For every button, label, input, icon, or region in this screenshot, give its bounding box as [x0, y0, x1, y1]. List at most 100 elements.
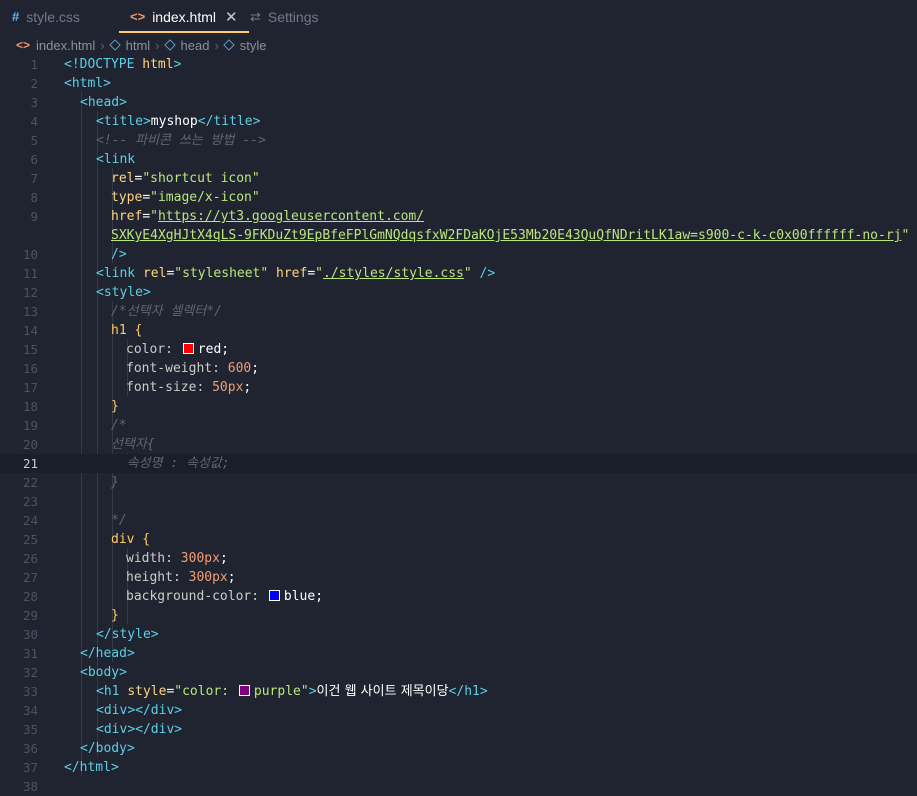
attr-value: purple [253, 684, 301, 699]
bracket: ></ [127, 703, 151, 718]
line-number: 1 [30, 57, 38, 72]
stylesheet-link[interactable]: ./styles/style.css [323, 266, 464, 281]
chevron-right-icon: › [100, 37, 105, 53]
css-comment: */ [111, 513, 127, 528]
attr-name: rel [142, 266, 167, 281]
tag-name: link [103, 266, 136, 281]
bracket: > [308, 684, 317, 699]
code-line: 11 <link rel="stylesheet" href="./styles/… [0, 264, 917, 283]
attr-name: type [111, 190, 143, 205]
bracket: </ [64, 760, 80, 775]
code-line: 10 /> [0, 245, 917, 264]
brace: } [111, 608, 119, 623]
self-close: /> [471, 266, 496, 281]
css-property: background-color [126, 589, 252, 604]
color-swatch-red[interactable] [182, 343, 194, 354]
tab-bar: # style.css <> index.html ✕ ⇄ Settings [0, 0, 917, 33]
color-swatch-purple[interactable] [238, 685, 250, 696]
code-line: 4 <title>myshop</title> [0, 112, 917, 131]
code-editor[interactable]: 1 <!DOCTYPE html> 2 <html> 3 <head> 4 <title… [0, 54, 917, 794]
tag-name: body [87, 665, 120, 680]
bracket: > [110, 760, 119, 775]
code-line: 25 div { [0, 530, 917, 549]
breadcrumb-item[interactable]: html [126, 38, 151, 53]
bracket: < [96, 722, 104, 737]
line-number: 32 [22, 665, 38, 680]
attr-name: rel [111, 171, 135, 186]
line-number: 16 [22, 361, 38, 376]
code-line: 16 font-weight: 600; [0, 359, 917, 378]
line-number: 12 [22, 285, 38, 300]
bracket: > [479, 684, 488, 699]
tag-name: head [87, 95, 120, 110]
line-number: 10 [22, 247, 38, 262]
code-line: 23 [0, 492, 917, 511]
tab-index-html[interactable]: <> index.html ✕ [119, 0, 249, 33]
breadcrumb-item[interactable]: index.html [36, 38, 95, 53]
code-line: 32 <body> [0, 663, 917, 682]
colon: : [165, 551, 181, 566]
colon: : [165, 342, 181, 357]
close-icon[interactable]: ✕ [225, 8, 238, 26]
breadcrumb: <> index.html › html › head › style [16, 35, 267, 55]
brace: { [126, 323, 143, 338]
css-comment: } [111, 475, 119, 490]
bracket: </ [197, 114, 214, 129]
tab-style-css[interactable]: # style.css [12, 0, 80, 33]
line-number: 9 [30, 209, 38, 224]
line-number: 4 [30, 114, 38, 129]
active-tab-indicator [119, 31, 249, 33]
breadcrumb-item[interactable]: style [240, 38, 267, 53]
cube-icon [108, 39, 121, 51]
code-line: 20 선택자{ [0, 435, 917, 454]
cube-icon [163, 39, 176, 51]
color-swatch-blue[interactable] [268, 590, 280, 601]
css-hash-icon: # [12, 9, 20, 24]
semicolon: ; [243, 380, 252, 395]
equals: = [142, 190, 151, 205]
line-number: 21 [22, 456, 38, 471]
attr-name: href [111, 209, 143, 224]
line-number: 30 [22, 627, 38, 642]
line-number: 8 [30, 190, 38, 205]
bracket: </ [96, 627, 112, 642]
chevron-right-icon: › [155, 37, 160, 53]
quote: " [463, 266, 472, 281]
url-link[interactable]: https://yt3.googleusercontent.com/ [158, 209, 424, 224]
url-link[interactable]: SXKyE4XgHJtX4qLS-9FKDuZt9EpBfeFPlGmNQdqs… [111, 228, 902, 243]
code-line: 2 <html> [0, 74, 917, 93]
bracket: > [142, 285, 151, 300]
current-line: 21 속성명 : 속성값; [0, 454, 917, 473]
css-selector: h1 [111, 323, 127, 338]
bracket: < [80, 665, 88, 680]
line-number: 18 [22, 399, 38, 414]
equals: = [307, 266, 316, 281]
quote: " [315, 266, 323, 281]
code-line: 35 <div></div> [0, 720, 917, 739]
bracket: > [119, 665, 127, 680]
css-value: red [197, 342, 222, 357]
line-number: 6 [30, 152, 38, 167]
semicolon: ; [227, 570, 236, 585]
line-number: 2 [30, 76, 38, 91]
code-line: 29} [0, 606, 917, 625]
tab-settings[interactable]: ⇄ Settings [250, 0, 319, 33]
code-line: 5 <!-- 파비콘 쓰는 방법 --> [0, 131, 917, 150]
bracket: > [252, 114, 261, 129]
code-line: 6 <link [0, 150, 917, 169]
line-number: 36 [22, 741, 38, 756]
breadcrumb-item[interactable]: head [181, 38, 210, 53]
css-value: 300px [180, 551, 220, 566]
bracket: ></ [127, 722, 151, 737]
line-number: 20 [22, 437, 38, 452]
bracket: < [80, 95, 88, 110]
colon: : [172, 570, 189, 585]
bracket: > [174, 722, 183, 737]
tag-name: head [95, 646, 127, 661]
line-number: 38 [22, 779, 38, 794]
self-close: /> [111, 247, 127, 262]
code-line: 27 height: 300px; [0, 568, 917, 587]
code-line: 34 <div></div> [0, 701, 917, 720]
attr-value: "color: [174, 684, 237, 699]
